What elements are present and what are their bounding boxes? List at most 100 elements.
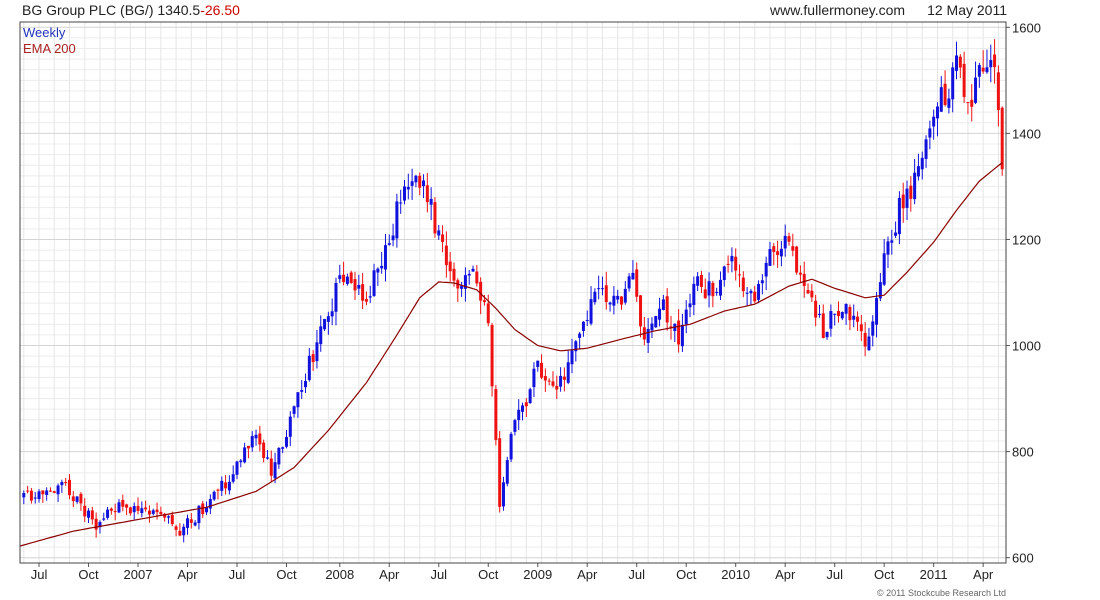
- candle-body: [524, 402, 528, 407]
- candle-body: [517, 409, 521, 421]
- candle-body: [403, 186, 407, 201]
- candle-body: [795, 246, 799, 273]
- candle-body: [33, 497, 37, 499]
- candle-body: [406, 186, 410, 190]
- candle-body: [928, 128, 932, 138]
- candle-body: [193, 522, 197, 526]
- candle-body: [616, 295, 620, 300]
- candle-body: [566, 362, 570, 383]
- candle-body: [627, 276, 631, 289]
- y-tick-label: 800: [1012, 445, 1034, 460]
- candle-body: [692, 283, 696, 305]
- candle-body: [993, 54, 997, 68]
- candle-body: [840, 311, 844, 319]
- candle-body: [513, 420, 517, 432]
- candle-body: [479, 281, 483, 301]
- candle-body: [380, 265, 384, 269]
- candle-body: [939, 87, 943, 112]
- candle-body: [311, 354, 315, 363]
- candle-body: [494, 389, 498, 440]
- y-tick-label: 1600: [1012, 20, 1041, 35]
- candle-body: [680, 324, 684, 347]
- candle-body: [703, 289, 707, 299]
- candle-body: [75, 496, 79, 502]
- candle-body: [897, 197, 901, 235]
- candle-body: [543, 376, 547, 381]
- candle-body: [688, 303, 692, 308]
- candle-body: [875, 298, 879, 325]
- candle-body: [87, 510, 91, 518]
- candle-body: [159, 511, 163, 515]
- candle-body: [836, 310, 840, 317]
- candle-body: [231, 474, 235, 482]
- candle-body: [64, 481, 68, 483]
- x-tick-label: 2007: [124, 567, 153, 582]
- candle-body: [106, 509, 110, 518]
- candle-body: [707, 281, 711, 296]
- candle-body: [593, 291, 597, 303]
- candle-body: [117, 502, 121, 513]
- candle-body: [262, 442, 266, 458]
- candle-body: [490, 325, 494, 387]
- candle-body: [547, 380, 551, 382]
- candle-body: [178, 530, 182, 536]
- candle-body: [798, 272, 802, 275]
- candle-body: [699, 275, 703, 287]
- candle-body: [817, 313, 821, 315]
- candle-body: [467, 273, 471, 276]
- candle-body: [955, 55, 959, 71]
- candle-body: [619, 296, 623, 305]
- candle-body: [810, 290, 814, 298]
- candle-body: [730, 255, 734, 262]
- candle-body: [67, 479, 71, 496]
- y-tick-label: 1000: [1012, 339, 1041, 354]
- candle-body: [60, 481, 64, 486]
- candle-body: [399, 202, 403, 204]
- x-tick-label: Jul: [229, 567, 246, 582]
- candle-body: [361, 284, 365, 301]
- candle-body: [802, 273, 806, 286]
- candle-body: [871, 321, 875, 336]
- candle-body: [334, 282, 338, 312]
- y-tick-label: 1400: [1012, 126, 1041, 141]
- candle-body: [562, 376, 566, 380]
- candle-body: [757, 284, 761, 300]
- candle-body: [250, 436, 254, 448]
- candle-body: [821, 313, 825, 338]
- candle-body: [254, 434, 258, 439]
- legend-weekly: Weekly: [23, 25, 66, 40]
- candle-body: [894, 232, 898, 236]
- candle-body: [41, 490, 45, 495]
- candle-body: [109, 508, 113, 511]
- x-tick-label: 2011: [920, 567, 948, 582]
- candle-body: [859, 324, 863, 332]
- candle-body: [501, 482, 505, 507]
- candle-body: [471, 268, 475, 272]
- candle-body: [258, 433, 262, 445]
- candle-body: [94, 518, 98, 530]
- candle-body: [29, 490, 33, 501]
- candle-body: [635, 269, 639, 297]
- candle-body: [265, 457, 269, 459]
- candle-body: [833, 313, 837, 315]
- candle-body: [166, 516, 170, 518]
- candle-body: [45, 490, 49, 495]
- candle-body: [147, 510, 151, 515]
- candle-body: [323, 318, 327, 330]
- candle-body: [224, 482, 228, 489]
- candle-body: [829, 311, 833, 329]
- x-tick-label: Oct: [78, 567, 99, 582]
- candle-body: [444, 245, 448, 266]
- x-tick-label: Apr: [177, 567, 198, 582]
- candle-body: [212, 491, 216, 500]
- x-tick-label: 2009: [523, 567, 552, 582]
- candle-body: [441, 234, 445, 242]
- candle-body: [448, 261, 452, 272]
- candle-body: [113, 511, 117, 513]
- candle-body: [304, 380, 308, 388]
- candle-body: [741, 277, 745, 292]
- candle-body: [654, 316, 658, 328]
- candle-body: [559, 375, 563, 387]
- candle-body: [886, 241, 890, 255]
- candle-body: [482, 300, 486, 303]
